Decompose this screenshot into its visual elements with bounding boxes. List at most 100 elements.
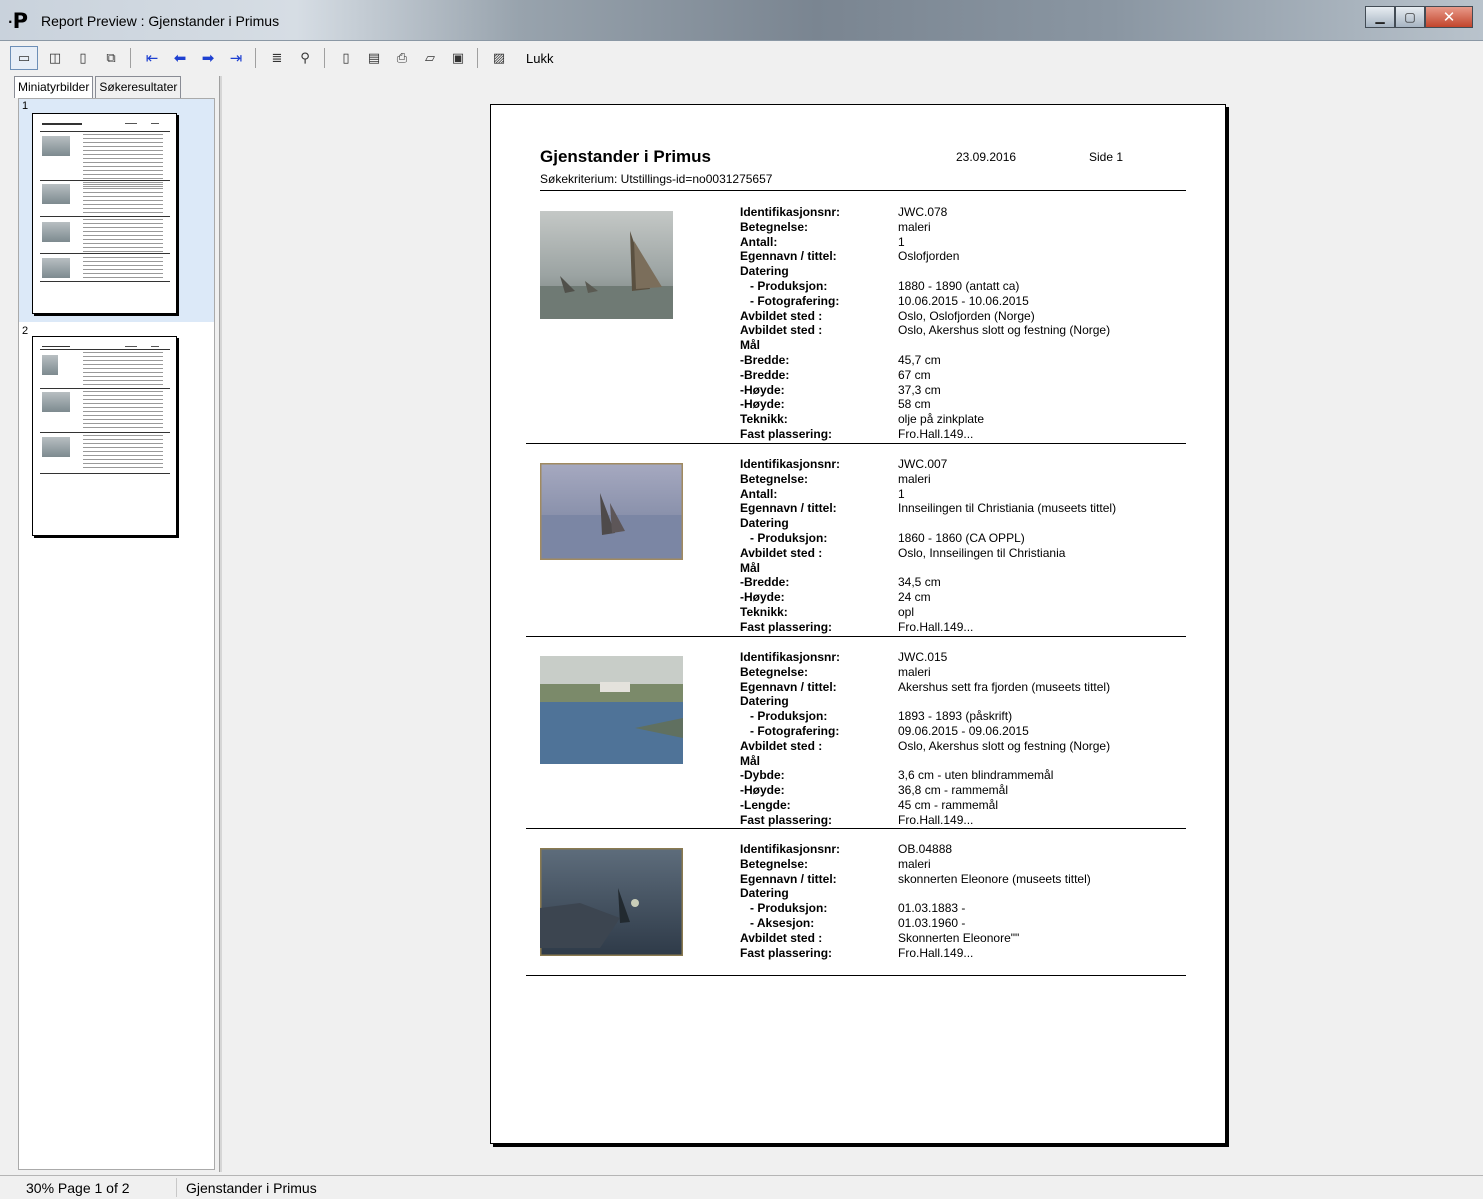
- search-criterion: Søkekriterium: Utstillings-id=no00312756…: [540, 172, 773, 186]
- field-row: Egennavn / tittel: Oslofjorden: [740, 249, 1110, 264]
- field-row: - Produksjon: 1880 - 1890 (antatt ca): [740, 279, 1110, 294]
- field-value: 37,3 cm: [898, 382, 941, 397]
- field-value: 45 cm - rammemål: [898, 797, 999, 812]
- field-value: 34,5 cm: [898, 575, 941, 590]
- field-row: Betegnelse: maleri: [740, 220, 1110, 235]
- field-row: -Høyde: 58 cm: [740, 397, 1110, 412]
- save-icon[interactable]: ▣: [447, 47, 469, 69]
- field-value: JWC.078: [898, 205, 948, 219]
- field-row: Fast plassering: Fro.Hall.149...: [740, 813, 1110, 828]
- field-row: Datering: [740, 886, 1091, 901]
- find-icon[interactable]: ⚲: [294, 47, 316, 69]
- field-label: Avbildet sted :: [740, 323, 823, 338]
- field-value: Oslo, Akershus slott og festning (Norge): [898, 738, 1111, 753]
- print-icon[interactable]: ⎙: [391, 47, 413, 69]
- field-label: Betegnelse:: [740, 664, 809, 679]
- export-icon[interactable]: ▨: [488, 47, 510, 69]
- field-row: Datering: [740, 516, 1116, 531]
- field-label: Antall:: [740, 234, 778, 249]
- field-label: Identifikasjonsnr:: [740, 205, 841, 219]
- field-row: -Dybde: 3,6 cm - uten blindrammemål: [740, 768, 1110, 783]
- field-row: Identifikasjonsnr: JWC.007: [740, 457, 1116, 472]
- field-value: 1880 - 1890 (antatt ca): [898, 278, 1020, 293]
- status-bar: 30% Page 1 of 2 Gjenstander i Primus: [0, 1175, 1483, 1199]
- field-value: skonnerten Eleonore (museets tittel): [898, 871, 1091, 886]
- field-row: Identifikasjonsnr: JWC.078: [740, 205, 1110, 220]
- new-page-icon[interactable]: ▯: [335, 47, 357, 69]
- field-value: Innseilingen til Christiania (museets ti…: [898, 501, 1117, 516]
- single-page-icon[interactable]: ▭: [10, 46, 38, 70]
- page-width-icon[interactable]: ▯: [72, 47, 94, 69]
- field-value: 09.06.2015 - 09.06.2015: [898, 723, 1029, 738]
- field-label: Fast plassering:: [740, 812, 833, 827]
- record-fields: Identifikasjonsnr: JWC.007 Betegnelse: male…: [740, 457, 1116, 635]
- close-report-button[interactable]: Lukk: [526, 51, 553, 66]
- field-row: Datering: [740, 264, 1110, 279]
- next-page-icon[interactable]: ➡: [197, 47, 219, 69]
- field-label: Avbildet sted :: [740, 738, 823, 753]
- field-value: 01.03.1960 -: [898, 915, 966, 930]
- field-label: Mål: [740, 338, 761, 353]
- field-row: Avbildet sted : Oslo, Innseilingen til Ch…: [740, 546, 1116, 561]
- field-label: Egennavn / tittel:: [740, 871, 837, 886]
- status-report-name: Gjenstander i Primus: [186, 1180, 317, 1196]
- field-row: - Produksjon: 01.03.1883 -: [740, 901, 1091, 916]
- open-icon[interactable]: ▱: [419, 47, 441, 69]
- field-label: - Aksesjon:: [750, 915, 815, 930]
- first-page-icon[interactable]: ⇤: [141, 47, 163, 69]
- field-value: JWC.015: [898, 650, 948, 664]
- field-value: 01.03.1883 -: [898, 901, 966, 916]
- field-label: - Produksjon:: [750, 278, 828, 293]
- field-label: Fast plassering:: [740, 619, 833, 634]
- tab-search-results[interactable]: Søkeresultater: [95, 76, 182, 98]
- field-label: -Høyde:: [740, 382, 785, 397]
- report-preview-area[interactable]: Gjenstander i Primus 23.09.2016 Side 1 S…: [222, 76, 1483, 1172]
- field-label: Egennavn / tittel:: [740, 249, 837, 264]
- field-value: Oslofjorden: [898, 249, 960, 264]
- field-label: Mål: [740, 753, 761, 768]
- field-label: Datering: [740, 886, 789, 901]
- field-label: Datering: [740, 694, 789, 709]
- field-row: - Produksjon: 1860 - 1860 (CA OPPL): [740, 531, 1116, 546]
- field-value: 58 cm: [898, 397, 931, 412]
- field-row: Betegnelse: maleri: [740, 472, 1116, 487]
- last-page-icon[interactable]: ⇥: [225, 47, 247, 69]
- field-row: -Bredde: 45,7 cm: [740, 353, 1110, 368]
- field-label: - Fotografering:: [750, 293, 840, 308]
- report-page: Gjenstander i Primus 23.09.2016 Side 1 S…: [490, 104, 1226, 1144]
- field-row: Avbildet sted : Oslo, Akershus slott og f…: [740, 739, 1110, 754]
- field-label: Datering: [740, 264, 789, 279]
- field-row: Identifikasjonsnr: OB.04888: [740, 842, 1091, 857]
- goto-page-icon[interactable]: ≣: [266, 47, 288, 69]
- minimize-button[interactable]: ▁: [1365, 6, 1395, 28]
- close-window-button[interactable]: ✕: [1425, 6, 1473, 28]
- thumbnail-list[interactable]: 1 2: [18, 98, 215, 1170]
- field-label: Fast plassering:: [740, 945, 833, 960]
- two-pages-icon[interactable]: ◫: [44, 47, 66, 69]
- field-value: olje på zinkplate: [898, 412, 985, 427]
- field-row: -Høyde: 36,8 cm - rammemål: [740, 783, 1110, 798]
- field-label: Identifikasjonsnr:: [740, 457, 841, 471]
- field-value: 36,8 cm - rammemål: [898, 783, 1009, 798]
- field-row: Antall: 1: [740, 235, 1110, 250]
- print-setup-icon[interactable]: ▤: [363, 47, 385, 69]
- painting-image: [540, 656, 683, 764]
- field-value: 24 cm: [898, 590, 931, 605]
- field-value: 3,6 cm - uten blindrammemål: [898, 768, 1054, 783]
- field-label: Betegnelse:: [740, 471, 809, 486]
- field-value: maleri: [898, 664, 931, 679]
- field-label: -Bredde:: [740, 367, 790, 382]
- tab-thumbnails[interactable]: Miniatyrbilder: [14, 76, 94, 98]
- field-value: 67 cm: [898, 367, 931, 382]
- multi-page-icon[interactable]: ⧉: [100, 47, 122, 69]
- maximize-button[interactable]: ▢: [1395, 6, 1425, 28]
- field-row: Teknikk: olje på zinkplate: [740, 412, 1110, 427]
- thumbnail-page-2[interactable]: 2: [19, 324, 214, 544]
- thumbnail-page-1[interactable]: 1: [19, 99, 214, 322]
- field-label: Avbildet sted :: [740, 930, 823, 945]
- field-row: Teknikk: opl: [740, 605, 1116, 620]
- status-zoom-page: 30% Page 1 of 2: [26, 1180, 130, 1196]
- previous-page-icon[interactable]: ⬅: [169, 47, 191, 69]
- app-logo-icon: ·P: [8, 9, 28, 33]
- field-value: Skonnerten Eleonore"": [898, 930, 1020, 945]
